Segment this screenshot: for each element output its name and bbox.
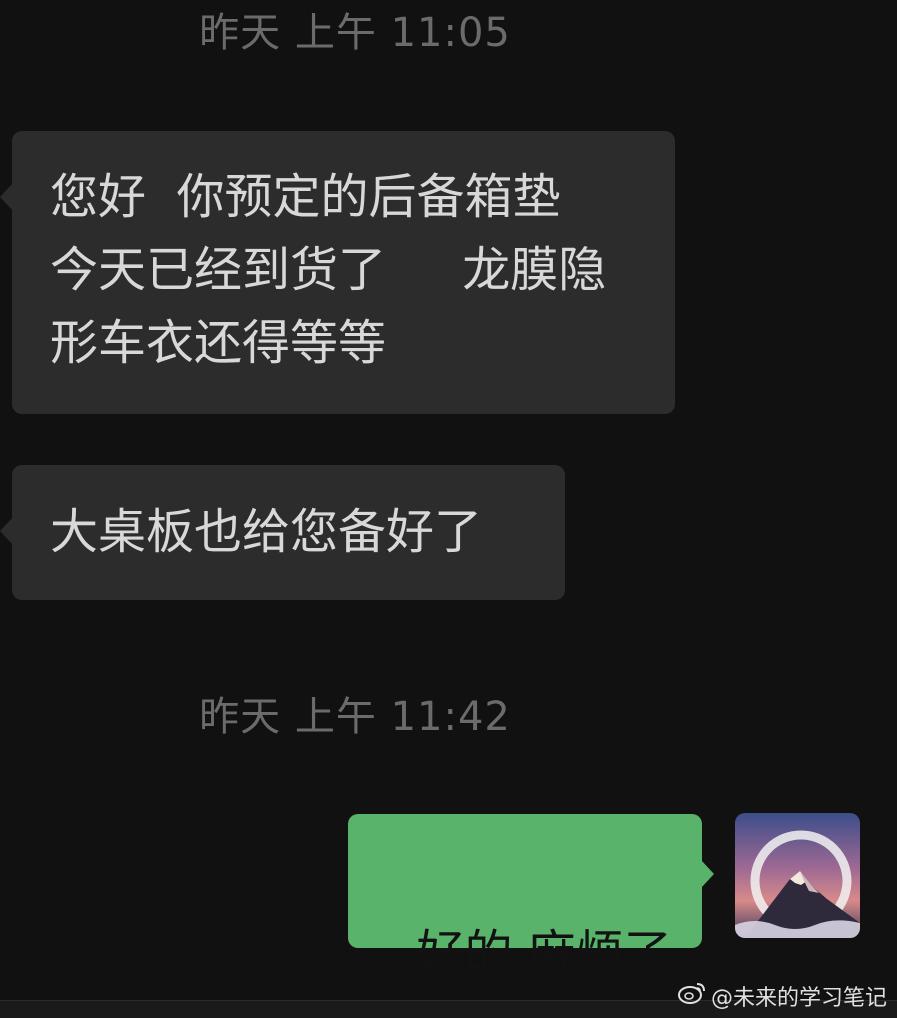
mountain-avatar-icon[interactable] xyxy=(735,813,860,938)
received-message-bubble[interactable]: 您好 你预定的后备箱垫 今天已经到货了 龙膜隐 形车衣还得等等 xyxy=(0,131,675,414)
message-line: 今天已经到货了 龙膜隐 xyxy=(50,242,607,298)
message-text: 大桌板也给您备好了 xyxy=(50,504,483,560)
avatar-image xyxy=(735,813,860,938)
weibo-icon xyxy=(677,980,707,1012)
timestamp: 昨天 上午 11:42 xyxy=(199,694,511,740)
message-text: 好的 麻烦了 xyxy=(416,925,672,981)
message-line: 形车衣还得等等 xyxy=(50,315,387,371)
received-message-bubble[interactable]: 大桌板也给您备好了 xyxy=(0,465,565,600)
sent-message-bubble[interactable]: 好的 麻烦了 xyxy=(348,814,714,981)
watermark: @未来的学习笔记 xyxy=(677,980,887,1012)
message-line: 您好 你预定的后备箱垫 xyxy=(50,169,561,225)
timestamp: 昨天 上午 11:05 xyxy=(199,10,511,56)
watermark-text: @未来的学习笔记 xyxy=(710,986,887,1011)
